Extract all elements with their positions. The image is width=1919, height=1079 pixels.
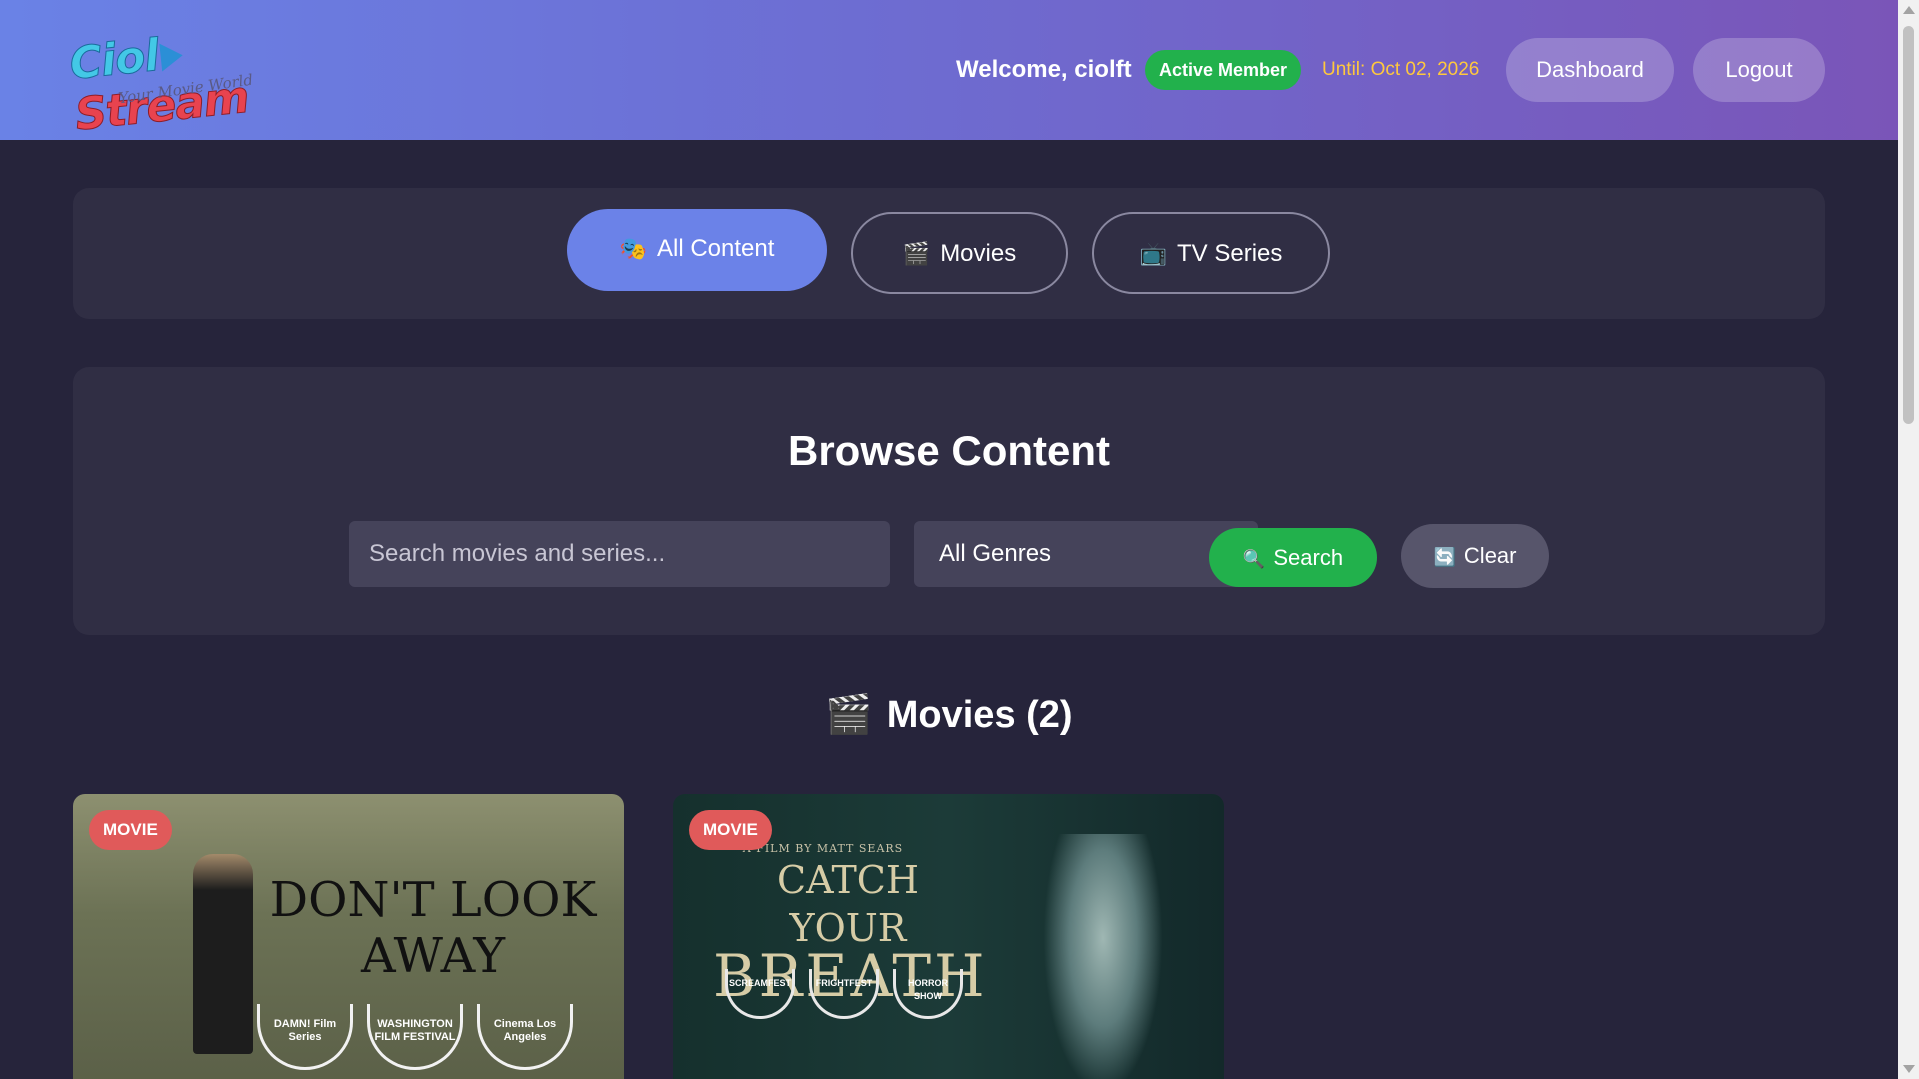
- browse-title: Browse Content: [787, 427, 1110, 474]
- clapperboard-icon: 🎬: [825, 694, 873, 736]
- laurel-badge: SCREAMFEST: [725, 969, 795, 1019]
- content-type-badge: MOVIE: [689, 810, 772, 850]
- poster-title-line: AWAY: [360, 928, 506, 984]
- clear-button[interactable]: 🔄 Clear: [1401, 524, 1549, 588]
- movie-card[interactable]: A FILM BY MATT SEARS CATCH YOUR BREATH S…: [673, 794, 1224, 1079]
- poster-title: DON'T LOOK AWAY: [263, 872, 603, 984]
- genre-selected-value: All Genres: [939, 540, 1052, 567]
- scroll-down-arrow-icon[interactable]: [1903, 1065, 1915, 1073]
- theater-masks-icon: 🎭: [619, 236, 647, 261]
- poster-title-line: CATCH YOUR: [777, 858, 919, 950]
- dashboard-button[interactable]: Dashboard: [1506, 38, 1674, 102]
- tab-movies[interactable]: 🎬 Movies: [851, 212, 1068, 294]
- scroll-thumb[interactable]: [1903, 26, 1914, 424]
- clapperboard-icon: 🎬: [902, 241, 931, 266]
- laurel-badge: WASHINGTON FILM FESTIVAL: [367, 1004, 463, 1070]
- genre-select[interactable]: All Genres ⌄: [914, 521, 1258, 587]
- play-icon: [159, 41, 184, 72]
- search-icon: 🔍: [1242, 549, 1266, 569]
- browse-panel: Browse Content All Genres ⌄ 🔍 Search 🔄 Cle…: [73, 367, 1825, 635]
- tab-label: Movies: [940, 240, 1017, 267]
- tab-label: TV Series: [1177, 240, 1283, 267]
- logo-text-ciol: Ciol: [67, 29, 162, 90]
- laurel-badge: HORROR SHOW: [893, 969, 963, 1019]
- clear-button-label: Clear: [1463, 543, 1517, 568]
- refresh-icon: 🔄: [1433, 547, 1456, 567]
- logo-wordmark: CiolStream: [67, 13, 324, 141]
- movies-section-title: 🎬 Movies (2): [0, 693, 1898, 737]
- tab-label: All Content: [657, 235, 775, 262]
- movie-card[interactable]: DON'T LOOK AWAY DAMN! Film Series WASHIN…: [73, 794, 624, 1079]
- television-icon: 📺: [1139, 241, 1168, 266]
- section-title-text: Movies (2): [886, 694, 1073, 736]
- festival-laurels: SCREAMFEST FRIGHTFEST HORROR SHOW: [725, 969, 963, 1019]
- laurel-badge: DAMN! Film Series: [257, 1004, 353, 1070]
- search-button[interactable]: 🔍 Search: [1209, 528, 1377, 587]
- search-button-label: Search: [1273, 545, 1344, 570]
- poster-title-line: DON'T LOOK: [269, 872, 597, 928]
- membership-status-badge: Active Member: [1145, 50, 1302, 90]
- content-type-tabs: 🎭 All Content 🎬 Movies 📺 TV Series: [73, 188, 1825, 319]
- poster-figure: [1043, 834, 1163, 1079]
- laurel-badge: FRIGHTFEST: [809, 969, 879, 1019]
- header: CiolStream Your Movie World Welcome, cio…: [0, 0, 1898, 141]
- logo[interactable]: CiolStream Your Movie World: [67, 18, 320, 141]
- tab-all-content[interactable]: 🎭 All Content: [567, 209, 827, 291]
- search-input[interactable]: [349, 521, 890, 587]
- tab-tv-series[interactable]: 📺 TV Series: [1092, 212, 1330, 294]
- page: CiolStream Your Movie World Welcome, cio…: [0, 0, 1898, 1079]
- vertical-scrollbar[interactable]: [1898, 0, 1919, 1079]
- content-type-badge: MOVIE: [89, 810, 172, 850]
- poster-figure: [193, 854, 253, 1054]
- scroll-up-arrow-icon[interactable]: [1903, 6, 1915, 14]
- laurel-badge: Cinema Los Angeles: [477, 1004, 573, 1070]
- membership-expiry: Until: Oct 02, 2026: [1322, 59, 1480, 80]
- festival-laurels: DAMN! Film Series WASHINGTON FILM FESTIV…: [257, 1004, 573, 1070]
- logout-button[interactable]: Logout: [1693, 38, 1825, 102]
- welcome-text: Welcome, ciolft: [956, 56, 1132, 83]
